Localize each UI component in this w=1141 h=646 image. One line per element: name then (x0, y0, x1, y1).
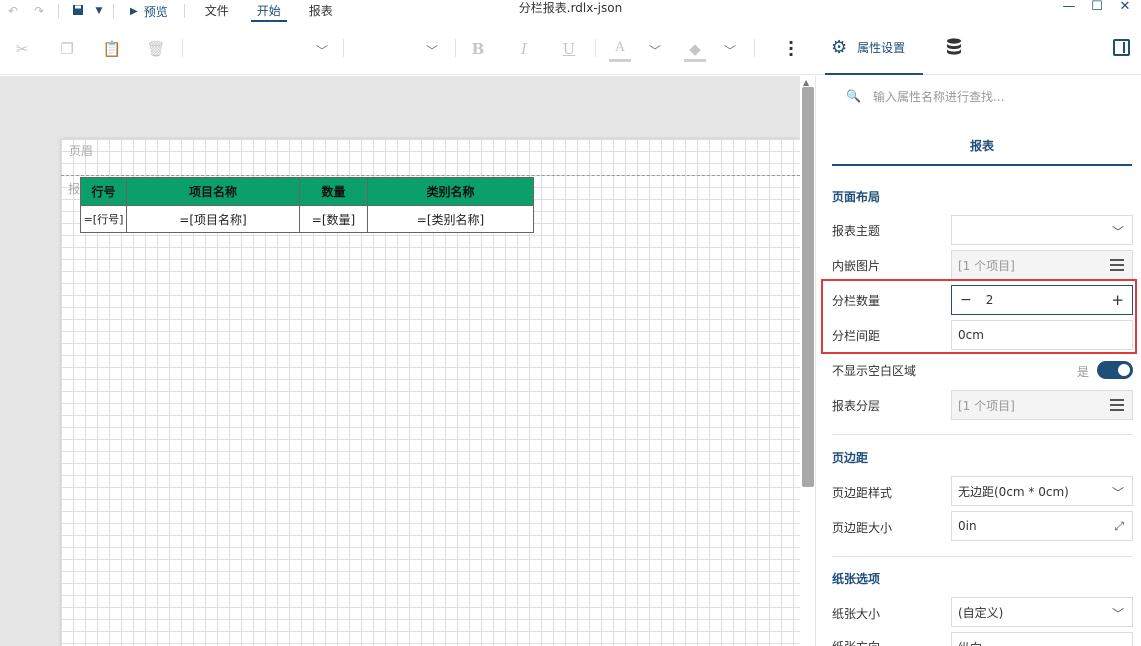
play-icon: ▶ (130, 5, 138, 17)
page-header-label: 页眉 (69, 144, 94, 158)
group-margins: 页边距 (832, 451, 869, 465)
embedded-images-field[interactable]: [1 个项目] (951, 250, 1133, 280)
margin-style-label: 页边距样式 (832, 486, 893, 500)
delete-icon[interactable]: 🗑 (145, 40, 167, 58)
gear-icon: ⚙ (831, 37, 848, 58)
preview-button[interactable]: ▶ 预览 (120, 3, 178, 20)
scroll-up-icon[interactable]: ▲ (803, 78, 809, 87)
report-table[interactable]: 行号 项目名称 数量 类别名称 =[行号] =[项目名称] =[数量] =[类别… (80, 177, 534, 233)
bold-icon[interactable]: B (467, 40, 489, 58)
preview-label: 预览 (143, 4, 168, 19)
columns-label: 分栏数量 (832, 294, 881, 308)
save-icon[interactable] (65, 4, 91, 19)
tab-properties[interactable]: ⚙ 属性设置 (825, 22, 923, 75)
table-cell[interactable]: =[类别名称] (367, 205, 534, 233)
list-icon[interactable] (1110, 259, 1124, 271)
table-header-cell[interactable]: 类别名称 (367, 177, 534, 206)
columns-stepper[interactable]: − 2 + (951, 285, 1133, 315)
column-spacing-input[interactable]: 0cm (951, 320, 1133, 350)
property-search[interactable]: 🔍 输入属性名称进行查找... (832, 82, 1132, 110)
hide-blank-toggle[interactable] (1097, 361, 1133, 379)
font-color-icon[interactable]: A (609, 40, 631, 55)
menu-report[interactable]: 报表 (295, 0, 347, 22)
table-row: =[行号] =[项目名称] =[数量] =[类别名称] (80, 205, 534, 233)
theme-label: 报表主题 (832, 224, 881, 238)
report-page[interactable]: 页眉 报 行号 项目名称 数量 类别名称 =[行号] =[项目名称] =[数量]… (61, 139, 800, 646)
group-paper: 纸张选项 (832, 572, 881, 586)
margin-style-select[interactable]: 无边距(0cm * 0cm) ﹀ (951, 476, 1133, 506)
table-header-row: 行号 项目名称 数量 类别名称 (80, 177, 534, 206)
fill-color-dropdown-icon[interactable]: ﹀ (724, 42, 736, 59)
tab-properties-label: 属性设置 (857, 41, 906, 55)
chevron-down-icon: ﹀ (1111, 486, 1124, 500)
italic-icon[interactable]: I (513, 40, 535, 58)
vertical-scrollbar[interactable] (802, 87, 814, 487)
paper-size-select[interactable]: (自定义) ﹀ (951, 597, 1133, 627)
page-header-section[interactable]: 页眉 (61, 139, 800, 176)
list-icon[interactable] (1110, 399, 1124, 411)
search-icon: 🔍 (846, 89, 861, 103)
layers-field[interactable]: [1 个项目] (951, 390, 1133, 420)
database-icon[interactable] (946, 38, 962, 60)
redo-icon[interactable]: ↷ (26, 4, 52, 18)
underline-icon[interactable]: U (558, 40, 580, 58)
margin-size-label: 页边距大小 (832, 521, 893, 535)
minus-icon[interactable]: − (960, 292, 972, 308)
copy-icon[interactable]: ❐ (56, 40, 78, 58)
paste-icon[interactable]: 📋 (101, 40, 123, 58)
hide-blank-label: 不显示空白区域 (832, 364, 917, 378)
tab-report[interactable]: 报表 (832, 126, 1132, 166)
column-spacing-label: 分栏间距 (832, 329, 881, 343)
menu-file[interactable]: 文件 (191, 0, 243, 22)
margin-size-input[interactable]: 0in ⤢ (951, 511, 1133, 541)
paper-orientation-label: 纸张方向 (832, 638, 880, 646)
expand-icon[interactable]: ⤢ (1114, 519, 1124, 534)
paper-size-label: 纸张大小 (832, 607, 881, 621)
plus-icon[interactable]: + (1111, 291, 1124, 309)
embedded-images-label: 内嵌图片 (832, 259, 881, 273)
more-icon[interactable]: · · · (785, 35, 797, 63)
theme-select[interactable]: ﹀ (951, 215, 1133, 245)
cut-icon[interactable]: ✂ (11, 40, 33, 58)
table-header-cell[interactable]: 数量 (299, 177, 368, 206)
menu-home[interactable]: 开始 (243, 0, 295, 22)
table-cell[interactable]: =[项目名称] (126, 205, 300, 233)
group-page-layout: 页面布局 (832, 190, 881, 204)
close-icon[interactable]: ✕ (1110, 0, 1140, 16)
table-cell[interactable]: =[数量] (299, 205, 368, 233)
chevron-down-icon: ﹀ (1111, 607, 1124, 621)
paper-orientation-select[interactable]: 纵向 (951, 632, 1133, 646)
search-placeholder: 输入属性名称进行查找... (872, 89, 1005, 104)
font-size-dropdown-icon[interactable]: ﹀ (426, 42, 438, 59)
table-header-cell[interactable]: 行号 (80, 177, 127, 206)
title-bar: ↶ ↷ ▼ ▶ 预览 文件 开始 报表 分栏报表.rdlx-json — ☐ ✕ (0, 0, 1141, 22)
collapse-panel-icon[interactable] (1113, 39, 1130, 56)
fill-color-icon[interactable]: ◆ (684, 40, 706, 58)
table-header-cell[interactable]: 项目名称 (126, 177, 300, 206)
design-canvas[interactable]: 页眉 报 行号 项目名称 数量 类别名称 =[行号] =[项目名称] =[数量]… (0, 76, 800, 646)
minimize-icon[interactable]: — (1054, 0, 1084, 16)
toolbar: ✂ ❐ 📋 🗑 ﹀ ﹀ B I U A ﹀ ◆ ﹀ · · · (0, 22, 1141, 75)
table-cell[interactable]: =[行号] (80, 205, 127, 233)
body-label: 报 (68, 182, 81, 196)
undo-icon[interactable]: ↶ (0, 4, 26, 18)
save-dropdown-icon[interactable]: ▼ (91, 6, 107, 16)
properties-panel: 🔍 输入属性名称进行查找... 报表 页面布局 报表主题 ﹀ 内嵌图片 [1 个… (815, 76, 1141, 646)
chevron-down-icon: ﹀ (1111, 225, 1124, 239)
toggle-state-label: 是 (1077, 365, 1090, 379)
font-family-dropdown-icon[interactable]: ﹀ (316, 42, 328, 59)
layers-label: 报表分层 (832, 399, 881, 413)
columns-value[interactable]: 2 (986, 293, 994, 307)
font-color-dropdown-icon[interactable]: ﹀ (649, 42, 661, 59)
maximize-icon[interactable]: ☐ (1082, 0, 1112, 16)
